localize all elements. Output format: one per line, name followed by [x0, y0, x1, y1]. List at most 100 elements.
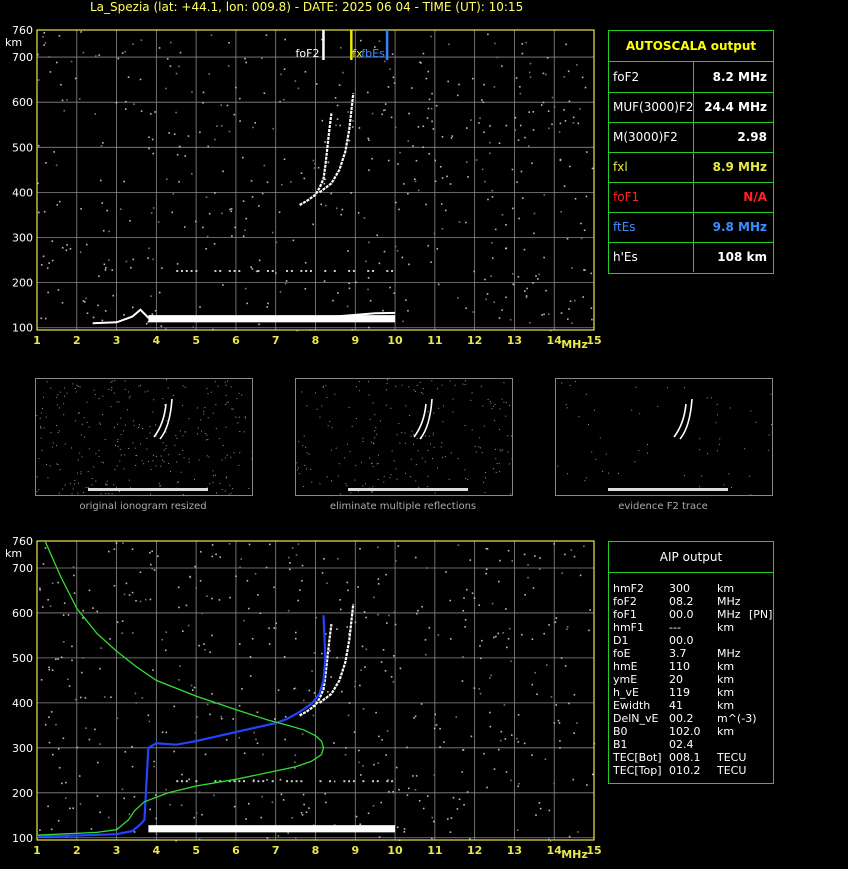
thumb-dot [49, 465, 51, 467]
noise-dot [531, 683, 534, 686]
thumb-dot [70, 447, 72, 449]
thumb-dot [355, 464, 357, 466]
noise-dot [481, 639, 483, 642]
noise-dot [123, 314, 125, 316]
noise-dot [483, 83, 485, 86]
noise-dot [250, 266, 252, 268]
noise-dot [149, 598, 152, 601]
noise-dot [471, 77, 474, 80]
thumb-dot [245, 417, 247, 419]
noise-dot [82, 609, 85, 612]
noise-dot [564, 665, 567, 667]
noise-dot [251, 196, 254, 198]
noise-dot [277, 701, 280, 704]
noise-dot [363, 217, 366, 219]
thumb-dot [218, 438, 220, 440]
noise-dot [461, 680, 464, 682]
noise-dot [72, 566, 75, 568]
aip-unit: km [717, 686, 735, 699]
noise-dot [131, 591, 134, 594]
noise-dot [538, 273, 540, 276]
noise-dot [511, 273, 514, 275]
thumb-dot [203, 410, 205, 412]
thumb-dot [487, 398, 489, 400]
aip-row: B1 02.4 [613, 738, 771, 751]
noise-dot [353, 731, 356, 734]
noise-dot [384, 109, 387, 111]
noise-dot [282, 799, 285, 801]
noise-dot [284, 38, 286, 41]
noise-dot [99, 667, 101, 670]
noise-dot [258, 259, 261, 262]
noise-dot [291, 547, 294, 549]
noise-dot [494, 42, 496, 45]
noise-dot [112, 294, 115, 297]
noise-dot [521, 197, 524, 199]
aip-row: Ewidth 41 km [613, 699, 771, 712]
thumb-dot [206, 434, 208, 436]
aip-value: 08.2 [669, 595, 694, 608]
noise-dot [414, 715, 417, 718]
noise-dot [124, 751, 127, 753]
noise-dot [395, 766, 398, 769]
noise-dot [390, 676, 393, 678]
thumb-dot [85, 487, 87, 489]
thumb-dot [502, 449, 504, 451]
noise-dot [517, 785, 519, 788]
thumb-dot [161, 459, 163, 461]
thumb-dot [229, 484, 231, 486]
noise-dot [367, 812, 370, 815]
thumb-dot [638, 450, 640, 452]
thumb-dot [39, 417, 41, 419]
noise-dot [407, 192, 409, 195]
noise-dot [80, 671, 83, 674]
x-tick-label: 15 [586, 844, 601, 857]
noise-dot [245, 61, 247, 64]
noise-dot [539, 557, 541, 559]
noise-dot [125, 260, 128, 263]
thumb-dot [64, 484, 66, 486]
thumb-dot [699, 438, 701, 440]
noise-dot [430, 35, 432, 38]
thumb-dot [159, 485, 161, 487]
thumb-dot [113, 392, 115, 394]
noise-dot [380, 661, 383, 663]
thumb-dot [119, 460, 121, 462]
thumb-dot [302, 485, 304, 487]
autoscala-row: foF2 8.2 MHz [609, 62, 773, 93]
noise-dot [566, 628, 568, 631]
noise-dot [422, 807, 425, 810]
noise-dot [414, 180, 417, 183]
echo-dot [319, 780, 322, 783]
thumb-dot [193, 478, 195, 480]
x-tick-label: 7 [272, 844, 280, 857]
thumb-dot [150, 469, 152, 471]
noise-dot [339, 599, 342, 601]
noise-dot [263, 92, 266, 95]
thumb-dot [499, 449, 501, 451]
noise-dot [394, 623, 397, 626]
autoscala-divider [693, 212, 694, 242]
noise-dot [458, 221, 461, 223]
thumb-dot [331, 427, 333, 429]
noise-dot [86, 312, 89, 315]
thumb-dot [410, 458, 412, 460]
noise-dot [161, 638, 164, 641]
noise-dot [535, 275, 537, 277]
noise-dot [577, 122, 580, 125]
noise-dot [149, 551, 151, 554]
thumb-dot [374, 437, 376, 439]
noise-dot [182, 630, 184, 633]
noise-dot [229, 208, 231, 211]
thumb-dot [338, 463, 340, 465]
noise-dot [225, 738, 228, 741]
noise-dot [347, 589, 349, 592]
noise-dot [515, 77, 518, 79]
thumb-dot [489, 400, 491, 402]
noise-dot [505, 124, 508, 127]
thumb-dot [494, 403, 496, 405]
noise-dot [132, 258, 135, 261]
echo-dot [195, 270, 198, 272]
noise-dot [273, 586, 275, 589]
aip-value: 300 [669, 582, 690, 595]
